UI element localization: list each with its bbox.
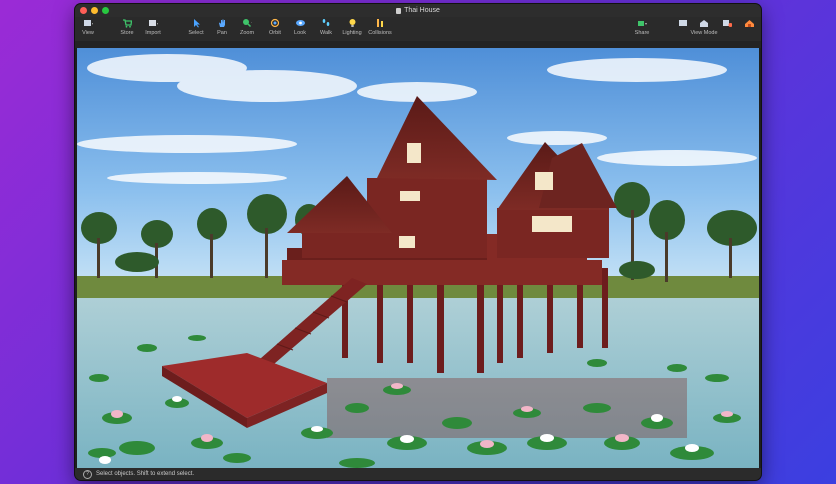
import-icon [148, 18, 158, 28]
import-button[interactable]: Import [138, 18, 168, 36]
render-view-button[interactable] [734, 18, 761, 28]
lightbulb-icon [347, 18, 357, 28]
share-button[interactable]: Share [627, 18, 657, 36]
collisions-icon [375, 18, 385, 28]
collisions-button[interactable]: Collisions [365, 18, 395, 36]
view-label: View [82, 30, 94, 36]
walk-label: Walk [319, 30, 333, 36]
lighting-label: Lighting [342, 30, 362, 36]
view-icon [83, 18, 93, 28]
title-bar: Thai House [75, 4, 761, 17]
lighting-button[interactable]: Lighting [337, 18, 367, 36]
close-button[interactable] [80, 7, 87, 14]
magnifier-icon [242, 18, 252, 28]
hand-icon [217, 18, 227, 28]
zoom-tool-button[interactable]: Zoom [232, 18, 262, 36]
status-message: Select objects. Shift to extend select. [96, 471, 195, 477]
house-render-icon [744, 18, 754, 28]
orbit-label: Orbit [269, 30, 281, 36]
look-label: Look [294, 30, 306, 36]
window-controls [80, 7, 109, 14]
document-icon [396, 7, 402, 14]
toolbar: View Store Import Select Pan Zoom Orbit [75, 17, 761, 42]
3d-viewport[interactable] [77, 48, 759, 468]
house-3d-icon [699, 18, 709, 28]
cart-icon [122, 18, 132, 28]
store-label: Store [120, 30, 134, 36]
pan-label: Pan [217, 30, 227, 36]
eye-icon [295, 18, 305, 28]
help-icon[interactable]: ? [83, 469, 92, 479]
minimize-button[interactable] [91, 7, 98, 14]
plan-view-icon [678, 18, 688, 28]
scene-render [77, 48, 759, 468]
cursor-icon [191, 18, 201, 28]
share-label: Share [634, 30, 650, 36]
zoom-label: Zoom [239, 30, 255, 36]
footprints-icon [321, 18, 331, 28]
zoom-window-button[interactable] [102, 7, 109, 14]
split-view-icon [722, 18, 732, 28]
orbit-icon [270, 18, 280, 28]
collisions-label: Collisions [368, 30, 392, 36]
status-bar: ? Select objects. Shift to extend select… [75, 468, 761, 480]
share-icon [637, 18, 647, 28]
import-label: Import [145, 30, 161, 36]
select-label: Select [188, 30, 204, 36]
window-title: Thai House [396, 7, 440, 14]
app-window: Thai House View Store Import Select Pan … [75, 4, 761, 480]
window-title-text: Thai House [404, 7, 440, 14]
view-mode-label: View Mode [690, 30, 718, 36]
tab-strip [75, 41, 761, 48]
view-button[interactable]: View [75, 18, 103, 36]
